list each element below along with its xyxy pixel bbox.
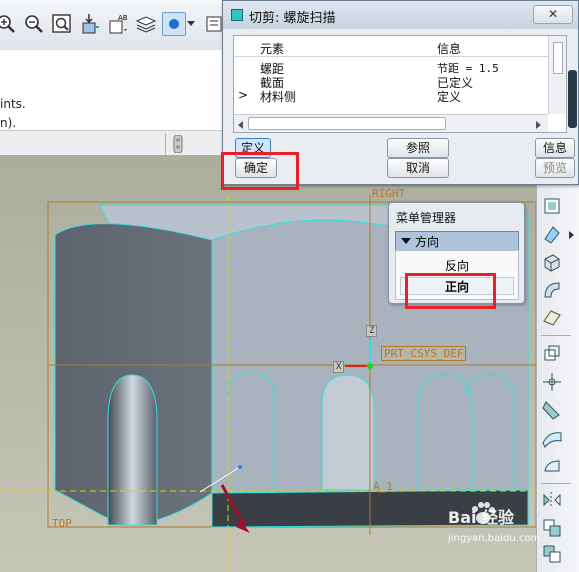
row-info: 定义 [437,90,462,104]
divider [541,335,571,336]
svg-text:AB: AB [118,14,128,22]
datum-label-right: RIGHT [372,187,406,200]
watermark: Bai 经验 jingyan.baidu.com [448,498,568,558]
chevron-right-icon[interactable] [569,231,574,239]
menu-manager-title: 菜单管理器 [396,211,457,225]
watermark-url: jingyan.baidu.com [448,533,541,544]
menu-group-direction[interactable]: 方向 [395,231,519,251]
datum-plane-icon[interactable] [541,195,563,217]
status-bar [0,130,222,157]
draft-icon[interactable] [541,399,563,421]
refit-icon[interactable] [50,12,74,36]
table-row[interactable]: 截面 已定义 [234,74,548,90]
extrude-icon[interactable] [541,251,563,273]
csys-label: PRT_CSYS_DEF [381,346,467,361]
reorient-icon[interactable] [78,12,102,36]
message-line: ints. [0,97,26,111]
highlight-ok-box [221,152,299,190]
layers-icon[interactable] [134,12,158,36]
scroll-thumb[interactable] [553,42,563,74]
dialog-title: 切剪: 螺旋扫描 [249,11,336,26]
scroll-thumb[interactable] [248,117,446,130]
triangle-down-icon [401,238,411,244]
divider [541,483,571,484]
menu-item-reverse[interactable]: 反向 [396,257,518,273]
zoom-in-icon[interactable] [0,12,18,36]
column-header-info: 信息 [437,42,462,56]
axis-label-a1: A_1 [373,480,393,493]
element-table[interactable]: 元素 信息 螺距 节距 = 1.5 截面 已定义 > 材料侧 定义 [233,35,567,133]
menu-group-label: 方向 [415,235,440,249]
row-element: 材料侧 [260,90,297,104]
axis-x-label: X [333,361,345,373]
dialog-titlebar[interactable]: 切剪: 螺旋扫描 ✕ [223,1,578,29]
divider [165,133,166,155]
close-icon[interactable]: ✕ [533,5,573,24]
dialog-app-icon [231,9,243,21]
message-line: n). [0,116,17,130]
chevron-down-icon[interactable] [187,21,195,26]
divider [234,56,548,57]
saved-views-icon[interactable]: AB [106,12,130,36]
cancel-button[interactable]: 取消 [387,158,449,178]
revolve-icon[interactable] [541,279,563,301]
preview-button[interactable]: 预览 [535,158,575,178]
table-row[interactable]: 螺距 节距 = 1.5 [234,60,548,76]
traffic-light-icon [172,134,184,154]
datum-label-top: TOP [52,517,72,530]
display-style-icon[interactable] [162,12,186,36]
vertical-scrollbar[interactable] [548,36,566,114]
highlight-forward-box [405,273,496,309]
chevron-left-icon[interactable] [238,121,243,129]
axis-pattern-icon[interactable] [541,371,563,393]
axis-z-label: Z [366,325,378,337]
datum-axis-icon[interactable] [541,223,563,245]
sweep-icon[interactable] [541,307,563,329]
column-header-element: 元素 [260,42,285,56]
horizontal-scrollbar[interactable] [234,114,548,132]
zoom-out-icon[interactable] [22,12,46,36]
watermark-brand: Bai 经验 [448,508,515,527]
surface-icon[interactable] [541,427,563,449]
ref-button[interactable]: 参照 [387,138,449,158]
fill-icon[interactable] [541,455,563,477]
side-slider[interactable] [568,70,577,128]
row-marker: > [238,88,249,102]
info-button[interactable]: 信息 [535,138,575,158]
table-row[interactable]: > 材料侧 定义 [234,88,548,104]
hole-icon[interactable] [541,343,563,365]
chevron-right-icon[interactable] [536,121,541,129]
